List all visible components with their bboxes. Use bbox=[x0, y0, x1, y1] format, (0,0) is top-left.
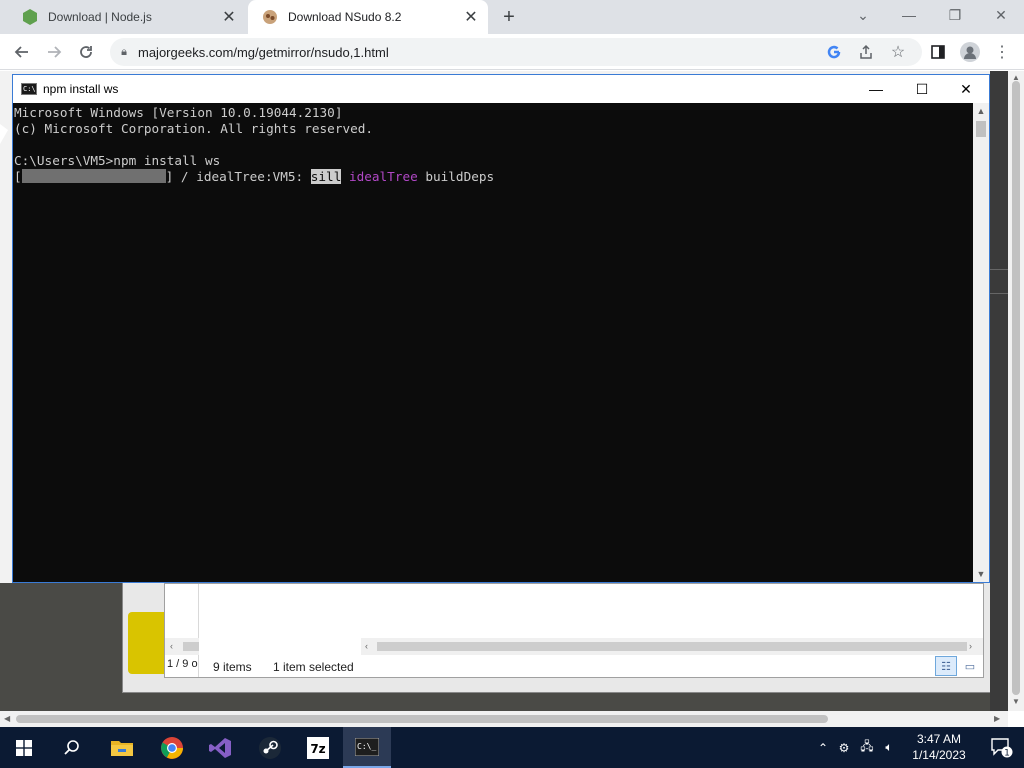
scroll-down-icon[interactable]: ▼ bbox=[973, 566, 989, 582]
address-bar[interactable]: 🔒︎ majorgeeks.com/mg/getmirror/nsudo,1.h… bbox=[110, 38, 922, 66]
show-hidden-icons-icon[interactable]: ⌃ bbox=[814, 741, 832, 755]
action-center-icon[interactable]: 1 bbox=[980, 727, 1024, 768]
console-output[interactable]: Microsoft Windows [Version 10.0.19044.21… bbox=[13, 103, 973, 582]
tab-nodejs[interactable]: Download | Node.js ✕ bbox=[8, 0, 246, 34]
page-dark-sidebar bbox=[990, 71, 1008, 711]
new-tab-button[interactable]: + bbox=[498, 6, 520, 28]
file-explorer-window: ‹ ‹ › 1 / 9 o 9 items 1 item selected ☷ … bbox=[164, 583, 984, 678]
bookmark-star-icon[interactable]: ☆ bbox=[886, 40, 910, 64]
console-line: [ ] / idealTree:VM5: sill idealTree build… bbox=[14, 169, 973, 185]
log-message: buildDeps bbox=[425, 169, 495, 184]
google-lens-icon[interactable] bbox=[822, 40, 846, 64]
7zip-icon[interactable]: 7z bbox=[294, 727, 342, 768]
progress-bar bbox=[21, 169, 166, 183]
content-hscroll[interactable]: ‹ › bbox=[361, 638, 983, 655]
minimize-icon[interactable]: — bbox=[894, 4, 924, 26]
mouse-cursor-icon bbox=[0, 124, 8, 144]
file-explorer-icon[interactable] bbox=[98, 727, 146, 768]
console-scrollbar[interactable]: ▲ ▼ bbox=[973, 103, 989, 582]
minimize-icon[interactable]: — bbox=[853, 75, 899, 103]
scroll-thumb[interactable] bbox=[16, 715, 828, 723]
clock-time: 3:47 AM bbox=[916, 732, 962, 746]
tab-title: Download NSudo 8.2 bbox=[288, 10, 402, 24]
progress-text: ] / idealTree:VM5: bbox=[165, 169, 311, 184]
scroll-thumb[interactable] bbox=[1012, 81, 1020, 695]
scroll-right-icon[interactable]: ▶ bbox=[994, 714, 1000, 723]
menu-kebab-icon[interactable]: ⋮ bbox=[990, 40, 1014, 64]
tab-title: Download | Node.js bbox=[48, 10, 152, 24]
side-panel-icon[interactable] bbox=[926, 40, 950, 64]
console-title-bar[interactable]: C:\ npm install ws — ☐ ✕ bbox=[13, 75, 989, 103]
svg-text:7z: 7z bbox=[310, 742, 325, 756]
clock-date: 1/14/2023 bbox=[912, 748, 966, 762]
svg-text:C:\_: C:\_ bbox=[357, 742, 376, 751]
browser-toolbar: 🔒︎ majorgeeks.com/mg/getmirror/nsudo,1.h… bbox=[0, 34, 1024, 70]
scroll-thumb[interactable] bbox=[377, 642, 967, 651]
scroll-thumb[interactable] bbox=[976, 121, 986, 137]
share-icon[interactable] bbox=[854, 40, 878, 64]
visual-studio-icon[interactable] bbox=[196, 727, 244, 768]
taskbar: 7z C:\_ ⌃ ⚙ 🖧︎ 🔈︎ 3:47 AM 1/14/2023 1 bbox=[0, 727, 1024, 768]
scroll-down-icon[interactable]: ▼ bbox=[1012, 697, 1020, 706]
tray-app-icon[interactable]: ⚙ bbox=[832, 741, 856, 755]
url-text: majorgeeks.com/mg/getmirror/nsudo,1.html bbox=[138, 44, 389, 60]
majorgeeks-icon bbox=[262, 9, 278, 25]
trash-item-icon bbox=[128, 612, 168, 674]
close-tab-icon[interactable]: ✕ bbox=[218, 6, 240, 28]
restore-icon[interactable]: ❐ bbox=[940, 4, 970, 26]
back-icon[interactable] bbox=[10, 40, 34, 64]
pager-text: 1 / 9 o bbox=[167, 658, 198, 670]
scroll-left-icon[interactable]: ‹ bbox=[170, 641, 173, 651]
cmd-icon: C:\ bbox=[21, 83, 37, 95]
page-horizontal-scrollbar[interactable]: ◀ ▶ bbox=[0, 711, 1008, 727]
progress-open: [ bbox=[14, 169, 22, 184]
tab-search-icon[interactable]: ⌄ bbox=[848, 4, 878, 26]
start-windows-icon[interactable] bbox=[0, 727, 48, 768]
browser-tab-strip: Download | Node.js ✕ Download NSudo 8.2 … bbox=[0, 0, 1024, 34]
details-view-icon[interactable]: ☷ bbox=[935, 656, 957, 676]
scroll-thumb[interactable] bbox=[183, 642, 199, 651]
log-prefix: idealTree bbox=[348, 169, 418, 184]
reload-icon[interactable] bbox=[74, 40, 98, 64]
close-icon[interactable]: ✕ bbox=[943, 75, 989, 103]
close-window-icon[interactable]: ✕ bbox=[986, 4, 1016, 26]
log-level: sill bbox=[310, 169, 342, 184]
scroll-up-icon[interactable]: ▲ bbox=[973, 103, 989, 119]
console-line: Microsoft Windows [Version 10.0.19044.21… bbox=[14, 105, 343, 120]
scroll-right-icon[interactable]: › bbox=[969, 641, 972, 651]
large-icons-view-icon[interactable]: ▭ bbox=[959, 656, 981, 676]
nav-pane-hscroll[interactable]: ‹ bbox=[165, 638, 199, 655]
console-line: (c) Microsoft Corporation. All rights re… bbox=[14, 121, 374, 136]
notification-count: 1 bbox=[1004, 748, 1010, 758]
chrome-icon[interactable] bbox=[148, 727, 196, 768]
profile-avatar-icon[interactable] bbox=[958, 40, 982, 64]
close-tab-icon[interactable]: ✕ bbox=[460, 6, 482, 28]
steam-icon[interactable] bbox=[246, 727, 294, 768]
network-icon[interactable]: 🖧︎ bbox=[856, 737, 878, 758]
tab-nsudo[interactable]: Download NSudo 8.2 ✕ bbox=[248, 0, 488, 34]
clock[interactable]: 3:47 AM 1/14/2023 bbox=[898, 731, 980, 763]
command-prompt-icon[interactable]: C:\_ bbox=[343, 727, 391, 768]
search-icon[interactable] bbox=[48, 727, 96, 768]
console-window: C:\ npm install ws — ☐ ✕ Microsoft Windo… bbox=[12, 74, 990, 583]
console-title: npm install ws bbox=[43, 82, 119, 96]
lock-icon[interactable]: 🔒︎ bbox=[110, 46, 138, 59]
item-count: 9 items bbox=[213, 660, 252, 674]
nodejs-hexagon-icon bbox=[22, 9, 38, 25]
scroll-left-icon[interactable]: ◀ bbox=[4, 714, 10, 723]
forward-icon[interactable] bbox=[42, 40, 66, 64]
system-tray: ⌃ ⚙ 🖧︎ 🔈︎ bbox=[814, 727, 900, 768]
selection-status: 1 item selected bbox=[273, 660, 354, 674]
volume-icon[interactable]: 🔈︎ bbox=[878, 740, 900, 755]
scroll-left-icon[interactable]: ‹ bbox=[365, 641, 368, 651]
console-line: C:\Users\VM5>npm install ws bbox=[14, 153, 221, 168]
page-vertical-scrollbar[interactable]: ▲ ▼ bbox=[1008, 71, 1024, 711]
maximize-icon[interactable]: ☐ bbox=[899, 75, 945, 103]
